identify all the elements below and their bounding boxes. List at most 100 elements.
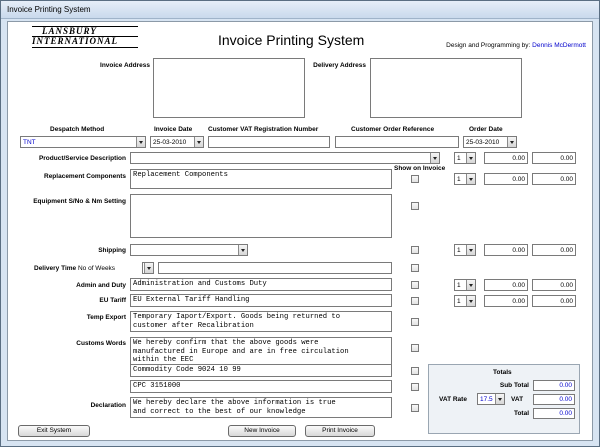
product-qty-value: 1 [457, 155, 461, 162]
shipping-show-checkbox[interactable] [411, 246, 419, 254]
commodity-show-checkbox[interactable] [411, 367, 419, 375]
admin-show-checkbox[interactable] [411, 281, 419, 289]
chevron-down-icon[interactable] [466, 280, 475, 290]
tariff-show-checkbox[interactable] [411, 297, 419, 305]
subtotal-value: 0.00 [533, 380, 575, 391]
order-reference-input[interactable] [335, 136, 459, 148]
temp-export-input[interactable]: Temporary Iaport/Export. Goods being ret… [130, 311, 392, 332]
customs-words-label: Customs Words [76, 340, 126, 347]
admin-duty-label: Admin and Duty [76, 282, 126, 289]
shipping-qty-value: 1 [457, 247, 461, 254]
weeks-label: No of Weeks [77, 265, 116, 272]
page-title: Invoice Printing System [218, 32, 365, 48]
shipping-qty-select[interactable]: 1 [454, 244, 476, 256]
replacement-line-total[interactable]: 0.00 [532, 173, 576, 185]
despatch-method-select[interactable]: TNT [20, 136, 146, 148]
credit-name: Dennis McDermott [532, 42, 586, 49]
tariff-line-total[interactable]: 0.00 [532, 295, 576, 307]
chevron-down-icon[interactable] [466, 174, 475, 184]
cpc-show-checkbox[interactable] [411, 383, 419, 391]
delivery-time-input[interactable] [158, 262, 392, 274]
new-invoice-button[interactable]: New Invoice [228, 425, 296, 437]
chevron-down-icon[interactable] [466, 153, 475, 163]
chevron-down-icon[interactable] [144, 263, 153, 273]
credit-label: Design and Programming by: [446, 42, 531, 49]
shipping-select[interactable] [130, 244, 248, 256]
subtotal-label: Sub Total [499, 382, 529, 389]
customs-words-input[interactable]: We hereby confirm that the above goods w… [130, 337, 392, 367]
admin-qty-select[interactable]: 1 [454, 279, 476, 291]
temp-export-show-checkbox[interactable] [411, 318, 419, 326]
shipping-unit-price[interactable]: 0.00 [484, 244, 528, 256]
replacement-qty-value: 1 [457, 176, 461, 183]
product-line-total[interactable]: 0.00 [532, 152, 576, 164]
chevron-down-icon[interactable] [507, 137, 516, 147]
tariff-qty-value: 1 [457, 298, 461, 305]
chevron-down-icon[interactable] [194, 137, 203, 147]
company-logo: LANSBURY INTERNATIONAL [32, 26, 138, 48]
logo-line2: INTERNATIONAL [32, 36, 119, 46]
product-qty-select[interactable]: 1 [454, 152, 476, 164]
vat-label: VAT [511, 396, 524, 403]
delivery-address-input[interactable] [370, 58, 522, 118]
product-description-select[interactable] [130, 152, 440, 164]
replacement-show-checkbox[interactable] [411, 175, 419, 183]
declaration-input[interactable]: We hereby declare the above information … [130, 397, 392, 418]
chevron-down-icon[interactable] [136, 137, 145, 147]
tariff-qty-select[interactable]: 1 [454, 295, 476, 307]
admin-duty-input[interactable]: Administration and Customs Duty [130, 278, 392, 291]
replacement-unit-price[interactable]: 0.00 [484, 173, 528, 185]
equipment-show-checkbox[interactable] [411, 202, 419, 210]
total-label: Total [513, 410, 529, 417]
invoice-date-picker[interactable]: 25-03-2010 [150, 136, 204, 148]
invoice-form: LANSBURY INTERNATIONAL Invoice Printing … [7, 21, 593, 441]
commodity-code-input[interactable]: Commodity Code 9024 10 99 [130, 364, 392, 377]
replacement-components-input[interactable]: Replacement Components [130, 169, 392, 189]
declaration-label: Declaration [90, 402, 126, 409]
chevron-down-icon[interactable] [430, 153, 439, 163]
vat-value: 0.00 [533, 394, 575, 405]
order-reference-label: Customer Order Reference [351, 126, 435, 133]
invoice-address-input[interactable] [153, 58, 305, 118]
eu-tariff-label: EU Tariff [99, 297, 126, 304]
totals-heading: Totals [493, 369, 512, 376]
delivery-show-checkbox[interactable] [411, 264, 419, 272]
vat-rate-label: VAT Rate [439, 396, 467, 403]
print-invoice-button[interactable]: Print Invoice [305, 425, 375, 437]
delivery-time-text: Delivery Time [34, 265, 77, 272]
equipment-serial-input[interactable] [130, 194, 392, 238]
shipping-line-total[interactable]: 0.00 [532, 244, 576, 256]
admin-unit-price[interactable]: 0.00 [484, 279, 528, 291]
chevron-down-icon[interactable] [466, 296, 475, 306]
chevron-down-icon[interactable] [495, 394, 504, 404]
title-bar[interactable]: Invoice Printing System [1, 1, 599, 19]
despatch-method-value: TNT [23, 139, 36, 146]
delivery-time-label: Delivery Time No of Weeks [34, 265, 115, 272]
invoice-address-label: Invoice Address [100, 62, 150, 69]
logo-line1: LANSBURY [42, 26, 97, 36]
order-date-label: Order Date [469, 126, 503, 133]
declaration-show-checkbox[interactable] [411, 404, 419, 412]
vat-registration-input[interactable] [208, 136, 330, 148]
admin-line-total[interactable]: 0.00 [532, 279, 576, 291]
replacement-components-label: Replacement Components [44, 173, 126, 180]
order-date-value: 25-03-2010 [466, 139, 500, 146]
product-unit-price[interactable]: 0.00 [484, 152, 528, 164]
vat-rate-select[interactable]: 17.5 [477, 393, 505, 405]
replacement-qty-select[interactable]: 1 [454, 173, 476, 185]
weeks-select[interactable] [142, 262, 154, 274]
eu-tariff-input[interactable]: EU External Tariff Handling [130, 294, 392, 307]
customs-show-checkbox[interactable] [411, 344, 419, 352]
vat-registration-label: Customer VAT Registration Number [208, 126, 319, 133]
invoice-date-label: Invoice Date [154, 126, 193, 133]
app-window: Invoice Printing System LANSBURY INTERNA… [0, 0, 600, 447]
chevron-down-icon[interactable] [238, 245, 247, 255]
equipment-serial-label: Equipment S/No & Nm Setting [33, 198, 126, 205]
tariff-unit-price[interactable]: 0.00 [484, 295, 528, 307]
exit-system-button[interactable]: Exit System [18, 425, 90, 437]
vat-rate-value: 17.5 [480, 396, 493, 403]
order-date-picker[interactable]: 25-03-2010 [463, 136, 517, 148]
cpc-code-input[interactable]: CPC 3151000 [130, 380, 392, 393]
total-value: 0.00 [533, 408, 575, 419]
chevron-down-icon[interactable] [466, 245, 475, 255]
